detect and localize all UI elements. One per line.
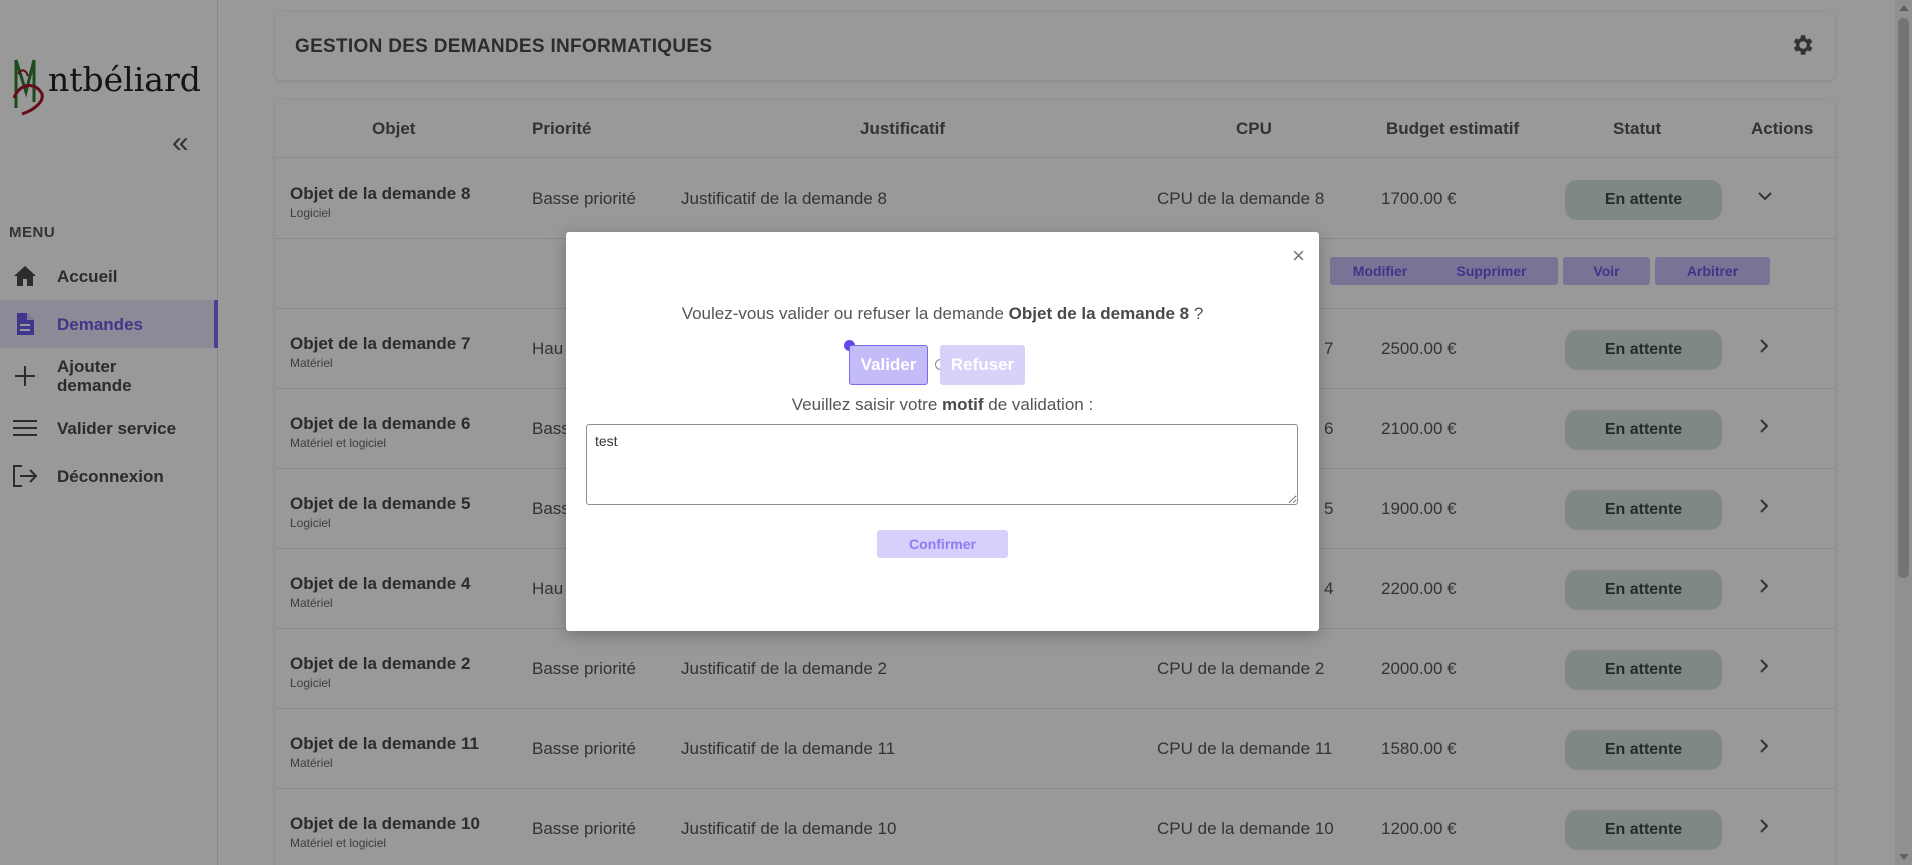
valider-option-button[interactable]: Valider xyxy=(849,345,928,385)
close-icon[interactable]: × xyxy=(1292,245,1305,267)
motif-label-prefix: Veuillez saisir votre xyxy=(791,395,943,414)
modal-question-object: Objet de la demande 8 xyxy=(1008,304,1190,323)
motif-textarea[interactable]: test xyxy=(586,424,1298,505)
motif-label: Veuillez saisir votre motif de validatio… xyxy=(566,395,1319,415)
confirm-button[interactable]: Confirmer xyxy=(877,530,1008,558)
modal-question: Voulez-vous valider ou refuser la demand… xyxy=(566,304,1319,324)
refuser-option-button[interactable]: Refuser xyxy=(940,345,1025,385)
motif-label-suffix: de validation : xyxy=(983,395,1094,414)
modal-question-prefix: Voulez-vous valider ou refuser la demand… xyxy=(681,304,1009,323)
motif-label-bold: motif xyxy=(942,395,984,414)
validation-modal: × Voulez-vous valider ou refuser la dema… xyxy=(566,232,1319,631)
modal-question-suffix: ? xyxy=(1189,304,1204,323)
